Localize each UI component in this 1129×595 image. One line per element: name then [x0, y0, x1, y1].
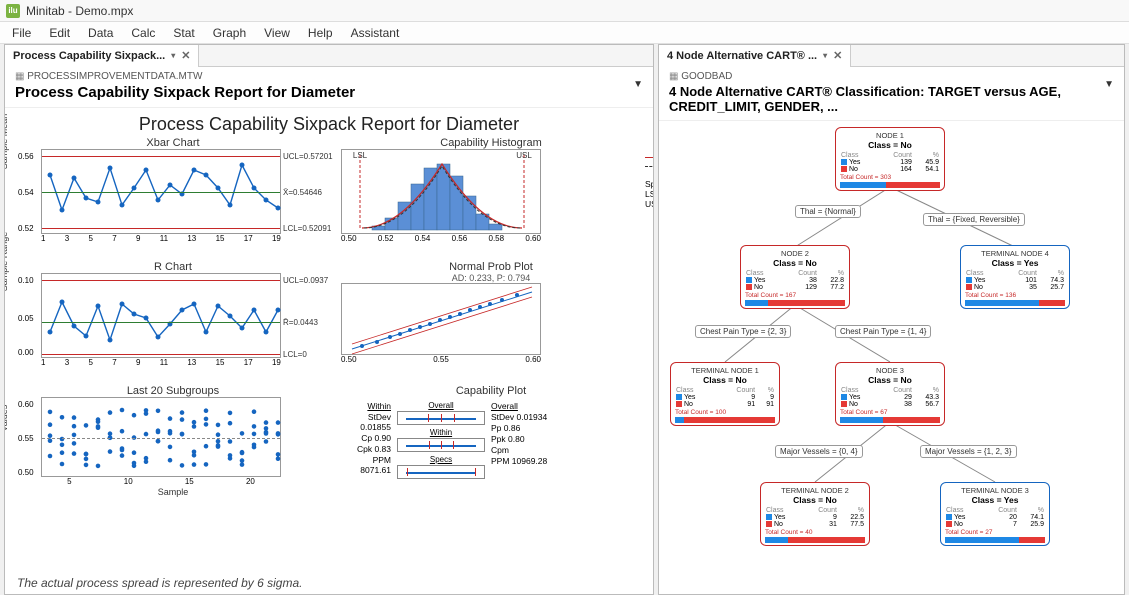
- xbar-lcl: LCL=0.52091: [283, 224, 331, 233]
- page-title: Process Capability Sixpack Report for Di…: [15, 84, 643, 101]
- chevron-down-icon[interactable]: ▾: [171, 51, 175, 60]
- tree-body[interactable]: NODE 1Class = NoClassCount%Yes13945.9No1…: [659, 121, 1124, 594]
- capability-histogram: Capability Histogram LSL USL: [341, 137, 641, 257]
- edge-cpt-14: Chest Pain Type = {1, 4}: [835, 325, 931, 338]
- capability-plot: Capability Plot Within StDev 0.01855 Cp …: [341, 385, 641, 505]
- normal-prob-plot: Normal Prob Plot AD: 0.233, P: 0.794 0.5…: [341, 261, 641, 381]
- hist-title: Capability Histogram: [341, 137, 641, 149]
- rchart-title: R Chart: [13, 261, 333, 273]
- edge-thal-fixed: Thal = {Fixed, Reversible}: [923, 213, 1025, 226]
- menubar: File Edit Data Calc Stat Graph View Help…: [0, 22, 1129, 44]
- sixpack-panel: Process Capability Sixpack... ▾ ✕ PROCES…: [4, 44, 654, 595]
- tree-node-1[interactable]: NODE 1Class = NoClassCount%Yes13945.9No1…: [835, 127, 945, 191]
- tab-cart[interactable]: 4 Node Alternative CART® ... ▾ ✕: [659, 45, 851, 67]
- cart-title: 4 Node Alternative CART® Classification:…: [669, 84, 1114, 114]
- cart-panel: 4 Node Alternative CART® ... ▾ ✕ GOODBAD…: [658, 44, 1125, 595]
- rchart-ylabel: Sample Range: [5, 232, 9, 292]
- footer-note: The actual process spread is represented…: [17, 576, 302, 590]
- edge-mv-123: Major Vessels = {1, 2, 3}: [920, 445, 1017, 458]
- npp-plot: [342, 284, 542, 356]
- last20-title: Last 20 Subgroups: [13, 385, 333, 397]
- close-icon[interactable]: ✕: [181, 49, 190, 62]
- last20-ylabel: Values: [5, 405, 9, 432]
- titlebar: ilu Minitab - Demo.mpx: [0, 0, 1129, 22]
- tab-label: Process Capability Sixpack...: [13, 50, 165, 62]
- menu-assistant[interactable]: Assistant: [343, 24, 408, 42]
- terminal-node-4[interactable]: TERMINAL NODE 4Class = YesClassCount%Yes…: [960, 245, 1070, 309]
- edge-cpt-23: Chest Pain Type = {2, 3}: [695, 325, 791, 338]
- menu-file[interactable]: File: [4, 24, 39, 42]
- r-plot: [42, 274, 282, 359]
- r-lcl: LCL=0: [283, 350, 307, 359]
- panel-header-right: GOODBAD 4 Node Alternative CART® Classif…: [659, 67, 1124, 121]
- menu-help[interactable]: Help: [300, 24, 341, 42]
- tree-node-3[interactable]: NODE 3Class = NoClassCount%Yes2943.3No38…: [835, 362, 945, 426]
- dropdown-icon[interactable]: ▼: [633, 79, 643, 90]
- edge-mv-04: Major Vessels = {0, 4}: [775, 445, 863, 458]
- dataset-name: PROCESSIMPROVEMENTDATA.MTW: [15, 71, 643, 82]
- tab-strip-left: Process Capability Sixpack... ▾ ✕: [5, 45, 653, 67]
- terminal-node-3[interactable]: TERMINAL NODE 3Class = YesClassCount%Yes…: [940, 482, 1050, 546]
- menu-stat[interactable]: Stat: [165, 24, 202, 42]
- close-icon[interactable]: ✕: [833, 49, 842, 62]
- svg-text:USL: USL: [516, 151, 532, 160]
- xbar-title: Xbar Chart: [13, 137, 333, 149]
- r-cl: R̄=0.0443: [283, 318, 318, 327]
- tab-label: 4 Node Alternative CART® ...: [667, 50, 817, 62]
- dropdown-icon[interactable]: ▼: [1104, 79, 1114, 90]
- xbar-cl: X̄=0.54646: [283, 188, 322, 197]
- window-title: Minitab - Demo.mpx: [26, 4, 133, 18]
- npp-sub: AD: 0.233, P: 0.794: [341, 273, 641, 283]
- npp-title: Normal Prob Plot: [341, 261, 641, 273]
- cap-title: Capability Plot: [341, 385, 641, 397]
- last20-chart: Last 20 Subgroups Values 0.60 0.55 0.50 …: [13, 385, 333, 505]
- app-icon: ilu: [6, 4, 20, 18]
- terminal-node-1[interactable]: TERMINAL NODE 1Class = NoClassCount%Yes9…: [670, 362, 780, 426]
- svg-text:LSL: LSL: [353, 151, 368, 160]
- xbar-chart: Xbar Chart Sample Mean UCL=0.57201 X̄=0.…: [13, 137, 333, 257]
- report-body: Process Capability Sixpack Report for Di…: [5, 108, 653, 594]
- tab-strip-right: 4 Node Alternative CART® ... ▾ ✕: [659, 45, 1124, 67]
- last20-xlabel: Sample: [13, 487, 333, 497]
- menu-calc[interactable]: Calc: [123, 24, 163, 42]
- tab-sixpack[interactable]: Process Capability Sixpack... ▾ ✕: [5, 45, 199, 67]
- r-ucl: UCL=0.0937: [283, 276, 328, 285]
- report-title: Process Capability Sixpack Report for Di…: [13, 114, 645, 135]
- xbar-ucl: UCL=0.57201: [283, 152, 333, 161]
- menu-view[interactable]: View: [256, 24, 298, 42]
- menu-edit[interactable]: Edit: [41, 24, 78, 42]
- tree-node-2[interactable]: NODE 2Class = NoClassCount%Yes3822.8No12…: [740, 245, 850, 309]
- xbar-ylabel: Sample Mean: [5, 114, 9, 170]
- r-chart: R Chart Sample Range UCL=0.0937 R̄=0.044…: [13, 261, 333, 381]
- tree-edges: [665, 127, 1118, 588]
- dataset-name-right: GOODBAD: [669, 71, 1114, 82]
- cart-tree: NODE 1Class = NoClassCount%Yes13945.9No1…: [665, 127, 1118, 588]
- hist-plot: LSL USL: [342, 150, 542, 235]
- workspace: Process Capability Sixpack... ▾ ✕ PROCES…: [0, 44, 1129, 595]
- terminal-node-2[interactable]: TERMINAL NODE 2Class = NoClassCount%Yes9…: [760, 482, 870, 546]
- menu-data[interactable]: Data: [80, 24, 121, 42]
- menu-graph[interactable]: Graph: [205, 24, 254, 42]
- panel-header-left: PROCESSIMPROVEMENTDATA.MTW Process Capab…: [5, 67, 653, 108]
- chevron-down-icon[interactable]: ▾: [823, 51, 827, 60]
- edge-thal-normal: Thal = {Normal}: [795, 205, 861, 218]
